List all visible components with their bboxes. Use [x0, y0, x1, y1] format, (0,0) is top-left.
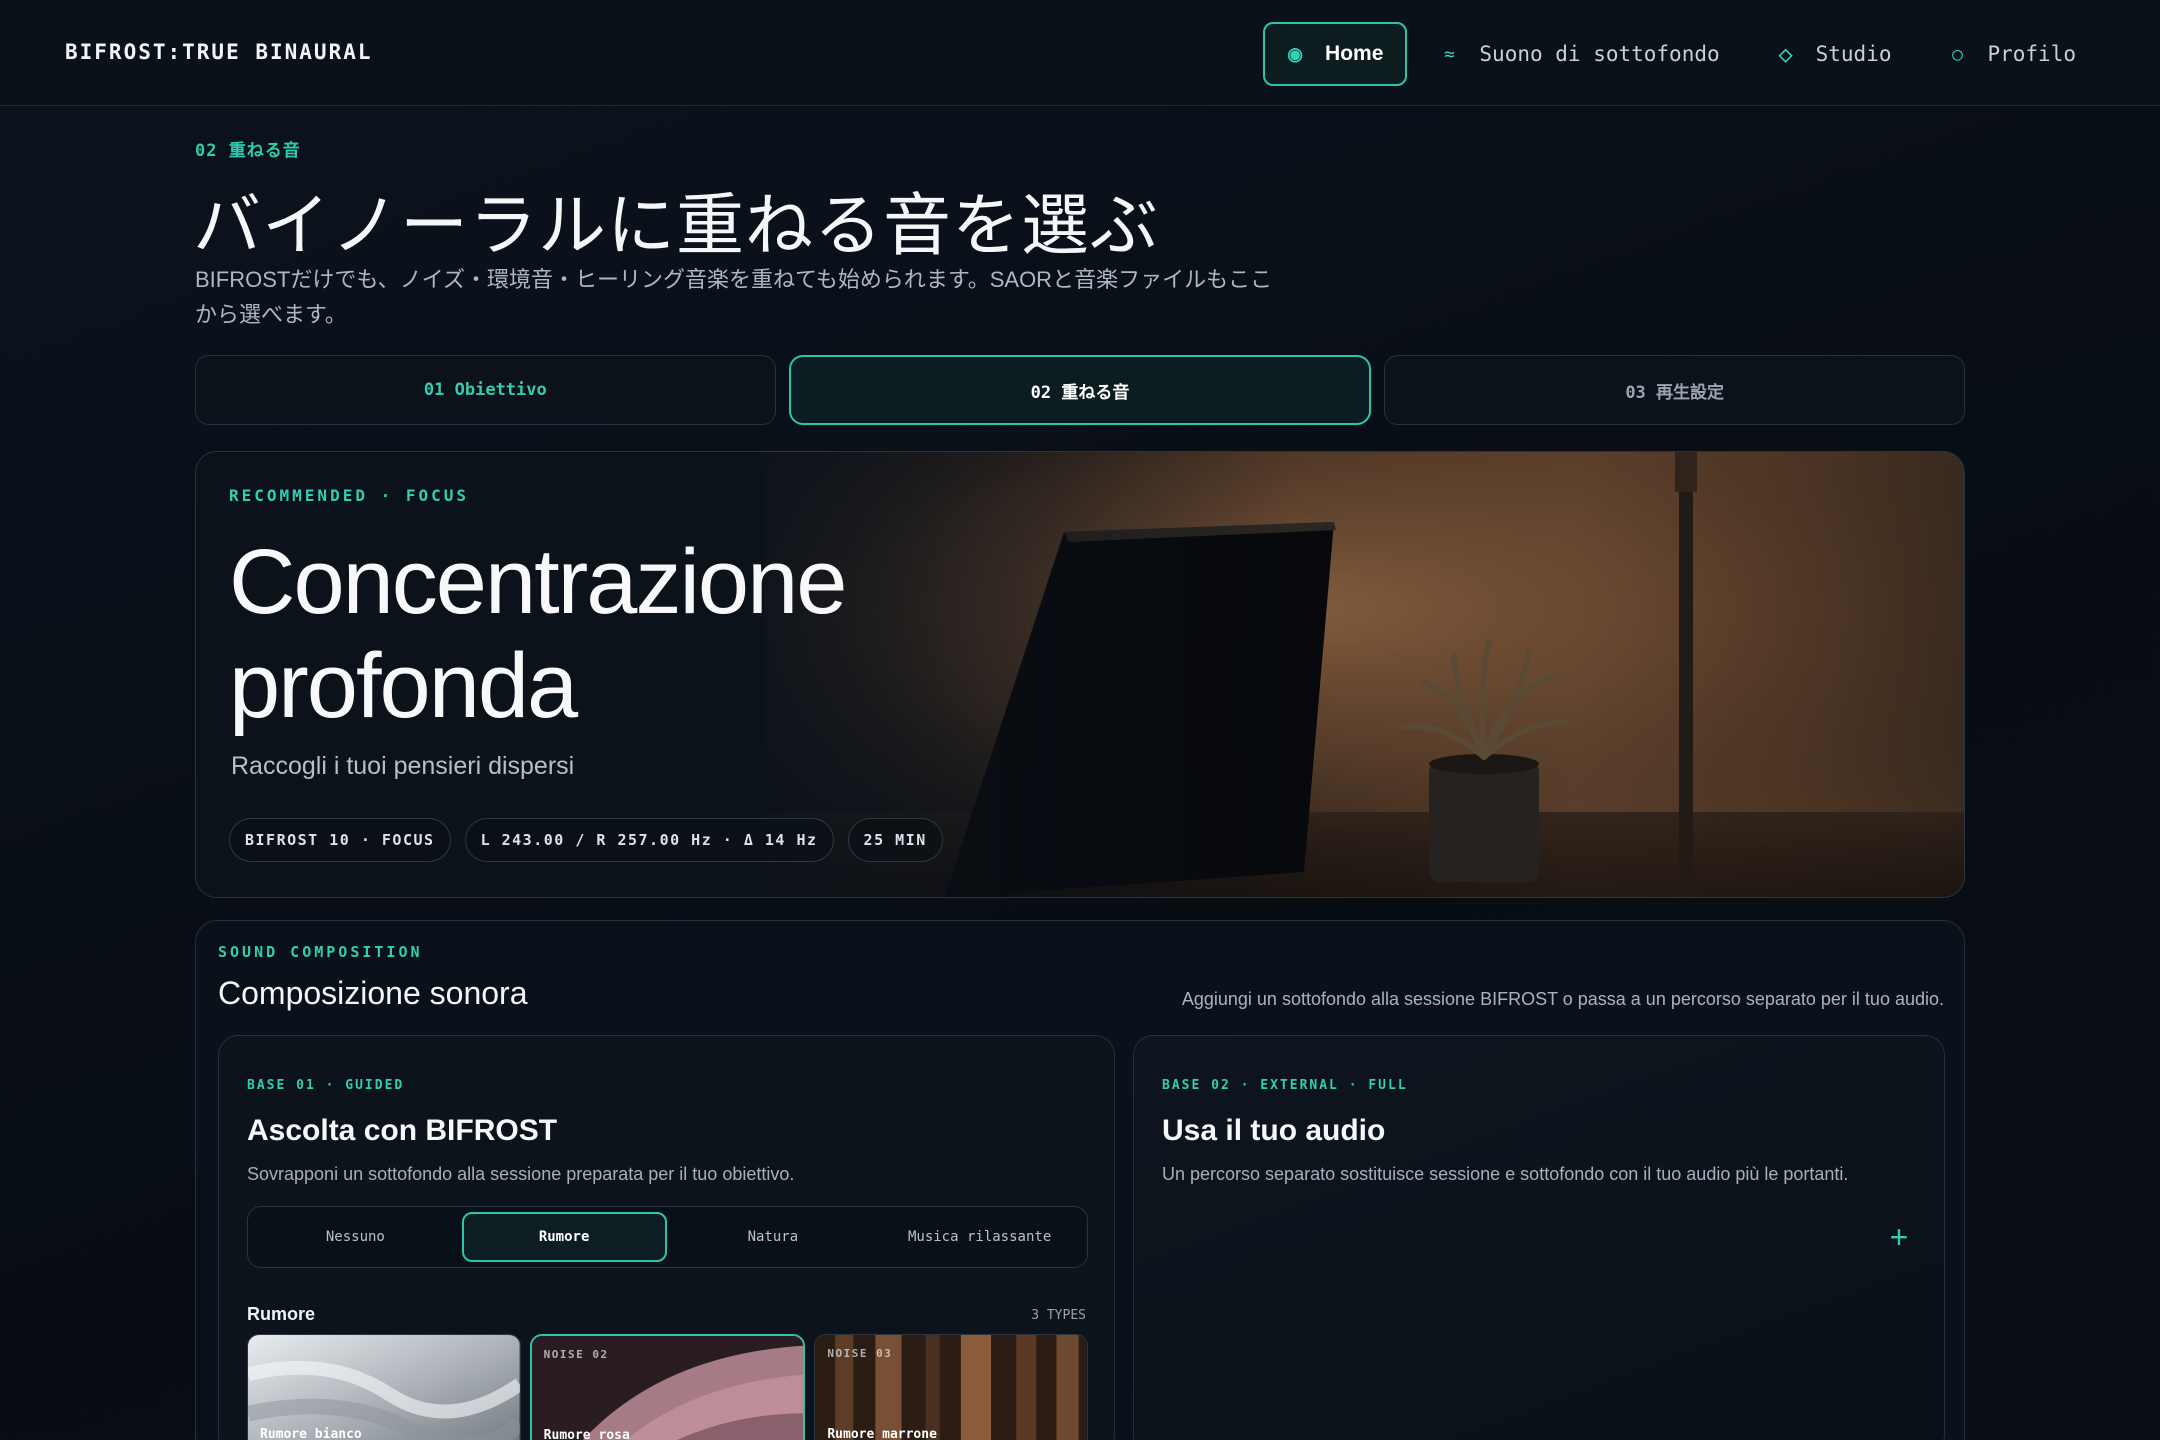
- card-description: Sovrapponi un sottofondo alla sessione p…: [247, 1164, 795, 1184]
- hero-kicker: RECOMMENDED · FOCUS: [229, 486, 470, 505]
- main-nav: ◉ Home ≈ Suono di sottofondo ◇ Studio ○ …: [1253, 22, 2100, 86]
- nav-background-sound-label: Suono di sottofondo: [1479, 42, 1720, 66]
- nav-profile[interactable]: ○ Profilo: [1925, 22, 2100, 86]
- add-audio-plus-icon[interactable]: +: [1882, 1221, 1916, 1255]
- circle-icon: ○: [1952, 43, 1963, 65]
- nav-home-label: Home: [1325, 42, 1384, 65]
- tile-tag: NOISE 03: [827, 1347, 893, 1360]
- background-type-selector: Nessuno Rumore Natura Musica rilassante: [247, 1206, 1088, 1268]
- diamond-icon: ◇: [1778, 40, 1793, 68]
- frequency-chip: L 243.00 / R 257.00 Hz · Δ 14 Hz: [464, 818, 834, 862]
- nav-studio[interactable]: ◇ Studio: [1754, 22, 1916, 86]
- tile-name: Rumore rosa: [543, 1428, 630, 1440]
- session-chips: BIFROST 10 · FOCUS L 243.00 / R 257.00 H…: [229, 818, 943, 862]
- noise-tiles: Rumore bianco NOISE 02 Rumore rosa NOISE…: [247, 1334, 1089, 1440]
- noise-type-count: 3 TYPES: [1031, 1308, 1086, 1323]
- wave-icon: ≈: [1443, 43, 1455, 65]
- hero-title-line-2: profonda: [229, 635, 578, 737]
- home-dot-icon: ◉: [1287, 43, 1303, 64]
- step-tabs: 01 Obiettivo 02 重ねる音 03 再生設定: [195, 355, 1966, 425]
- noise-tile-pink[interactable]: NOISE 02 Rumore rosa: [529, 1334, 806, 1440]
- noise-tile-white[interactable]: Rumore bianco: [247, 1334, 521, 1440]
- card-description: Un percorso separato sostituisce session…: [1162, 1164, 1849, 1184]
- session-mode-chip: BIFROST 10 · FOCUS: [229, 818, 451, 862]
- hero-title-line-1: Concentrazione: [229, 531, 847, 633]
- step-tab-objective[interactable]: 01 Obiettivo: [195, 355, 776, 425]
- card-title: Usa il tuo audio: [1162, 1114, 1386, 1147]
- step-tab-playback-settings[interactable]: 03 再生設定: [1384, 355, 1966, 425]
- option-none[interactable]: Nessuno: [255, 1212, 456, 1262]
- tile-tag: NOISE 02: [543, 1348, 609, 1361]
- nav-studio-label: Studio: [1815, 42, 1892, 66]
- tile-name: Rumore marrone: [827, 1427, 937, 1440]
- sound-composition-panel: SOUND COMPOSITION Composizione sonora Ag…: [195, 920, 1965, 1440]
- option-noise[interactable]: Rumore: [461, 1212, 667, 1262]
- nav-home[interactable]: ◉ Home: [1263, 22, 1408, 86]
- noise-tile-brown[interactable]: NOISE 03 Rumore marrone: [814, 1334, 1089, 1440]
- panel-note: Aggiungi un sottofondo alla sessione BIF…: [1181, 989, 1944, 1009]
- recommended-session-hero[interactable]: RECOMMENDED · FOCUS Concentrazione profo…: [195, 451, 1965, 898]
- bifrost-guided-card[interactable]: BASE 01 · GUIDED Ascolta con BIFROST Sov…: [218, 1035, 1115, 1440]
- external-audio-card[interactable]: BASE 02 · EXTERNAL · FULL Usa il tuo aud…: [1133, 1035, 1945, 1440]
- option-relaxing-music[interactable]: Musica rilassante: [879, 1212, 1080, 1262]
- panel-title: Composizione sonora: [218, 975, 528, 1011]
- white-noise-image: [248, 1335, 520, 1440]
- panel-kicker: SOUND COMPOSITION: [218, 943, 423, 961]
- tile-name: Rumore bianco: [260, 1427, 362, 1440]
- duration-chip: 25 MIN: [847, 818, 943, 862]
- noise-heading: Rumore: [247, 1304, 316, 1324]
- nav-profile-label: Profilo: [1987, 42, 2076, 66]
- hero-title: Concentrazione profonda: [229, 530, 847, 738]
- brand-logo[interactable]: BIFROST:TRUE BINAURAL: [65, 40, 373, 64]
- section-kicker: 02 重ねる音: [195, 141, 301, 161]
- card-kicker: BASE 01 · GUIDED: [247, 1078, 405, 1093]
- card-title: Ascolta con BIFROST: [247, 1114, 558, 1147]
- option-nature[interactable]: Natura: [673, 1212, 874, 1262]
- page-title: バイノーラルに重ねる音を選ぶ: [193, 188, 1160, 264]
- page-description: BIFROSTだけでも、ノイズ・環境音・ヒーリング音楽を重ねても始められます。S…: [195, 267, 1273, 327]
- top-navigation-bar: BIFROST:TRUE BINAURAL ◉ Home ≈ Suono di …: [0, 0, 2160, 106]
- nav-background-sound[interactable]: ≈ Suono di sottofondo: [1417, 22, 1743, 86]
- hero-subtitle: Raccogli i tuoi pensieri dispersi: [231, 752, 575, 780]
- card-kicker: BASE 02 · EXTERNAL · FULL: [1162, 1078, 1408, 1093]
- step-tab-layer-sound[interactable]: 02 重ねる音: [788, 355, 1372, 425]
